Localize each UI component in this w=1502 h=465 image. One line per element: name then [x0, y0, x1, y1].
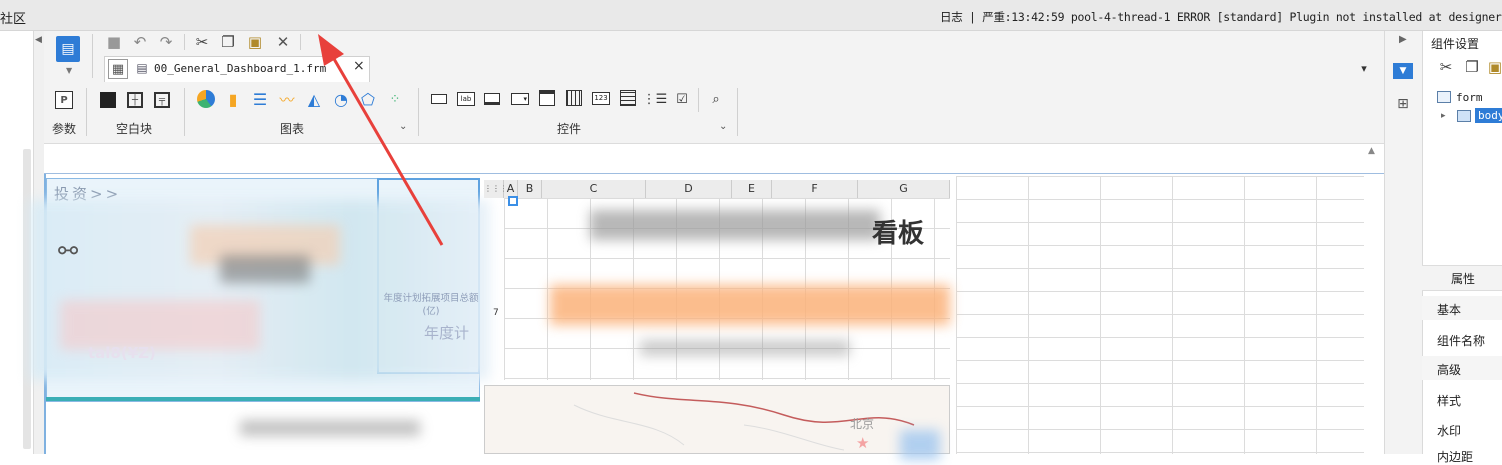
binoculars-icon: ⚯	[58, 237, 79, 265]
divider	[92, 34, 93, 78]
prop-component-name: 组件名称	[1437, 334, 1486, 348]
tree-node-form[interactable]: form	[1456, 91, 1483, 104]
blank-block-group-label: 空白块	[116, 122, 153, 136]
tree-node-body[interactable]: body	[1475, 108, 1502, 123]
blurred-content	[640, 340, 850, 356]
calendar-grid-icon[interactable]	[566, 90, 582, 106]
grid-layout-icon[interactable]: ▦	[108, 59, 128, 79]
cut-icon[interactable]: ✂	[1437, 58, 1455, 76]
left-pane	[0, 31, 34, 454]
dropdown-widget-icon[interactable]: ▾	[511, 93, 529, 105]
paste-icon[interactable]: ▣	[246, 33, 264, 51]
map-borders	[573, 392, 915, 451]
date-widget-icon[interactable]	[539, 90, 555, 106]
prop-style: 样式	[1437, 394, 1462, 408]
layout-tree-icon[interactable]: ⊞	[1393, 95, 1413, 113]
absolute-block-icon[interactable]	[100, 92, 116, 108]
tab-block-icon[interactable]: ╤	[154, 92, 170, 108]
control-group-label: 控件	[557, 122, 582, 136]
form-file-icon: ▤	[136, 61, 148, 75]
tab-list-icon[interactable]: ▾	[1356, 60, 1372, 76]
blurred-content	[220, 255, 310, 283]
horizontal-bar-icon[interactable]: ☰	[251, 90, 269, 109]
prop-padding: 内边距	[1437, 450, 1474, 464]
body-node-icon	[1457, 110, 1471, 122]
copy-icon[interactable]: ❐	[219, 33, 237, 51]
search-widget-icon[interactable]: ⌕	[707, 90, 725, 108]
sheet-title-fragment: 看板	[872, 219, 925, 249]
empty-cell-grid	[956, 176, 1364, 454]
blurred-content	[240, 420, 420, 436]
divider	[184, 88, 185, 136]
number-widget-icon[interactable]: 123	[592, 92, 610, 105]
param-icon[interactable]: P	[55, 91, 73, 109]
undo-icon[interactable]: ↶	[131, 33, 149, 51]
red-arrow-annotation	[318, 34, 444, 246]
radio-group-icon[interactable]: ⋮☰	[643, 90, 668, 108]
save-icon[interactable]: ■	[105, 33, 123, 51]
bar-chart-icon[interactable]: ▮	[224, 90, 242, 109]
column-header-g[interactable]: G	[858, 180, 950, 198]
community-label[interactable]: 社区	[0, 8, 26, 27]
blurred-content	[60, 300, 260, 350]
form-node-icon	[1437, 91, 1451, 103]
divider	[184, 34, 185, 50]
prop-watermark: 水印	[1437, 424, 1462, 438]
delete-icon[interactable]: ✕	[274, 33, 292, 51]
cut-icon[interactable]: ✂	[193, 33, 211, 51]
button-widget-icon[interactable]	[484, 93, 500, 105]
copy-icon[interactable]: ❐	[1463, 58, 1481, 76]
column-header-c[interactable]: C	[542, 180, 646, 198]
plan-total-caption: 年度计划拓展项目总额(亿)	[383, 293, 479, 317]
logo-fragment: tal8(¥Z)	[88, 344, 156, 362]
column-header-b[interactable]: B	[518, 180, 542, 198]
divider	[737, 88, 738, 136]
corner-header[interactable]: ⋮⋮⋮	[484, 180, 508, 198]
blurred-content	[550, 285, 950, 325]
row-header-7[interactable]: 7	[493, 308, 499, 318]
chevron-down-icon[interactable]: ⌄	[719, 121, 727, 132]
line-chart-icon[interactable]: 〰	[278, 90, 296, 109]
chevron-up-icon[interactable]: ▲	[1368, 146, 1375, 156]
panel-title: 组件设置	[1431, 37, 1480, 51]
checkbox-group-icon[interactable]: ☑	[673, 90, 691, 108]
property-tab[interactable]: 属性	[1451, 270, 1475, 287]
column-header-e[interactable]: E	[732, 180, 772, 198]
template-icon[interactable]: ▤	[56, 36, 80, 62]
component-settings-icon[interactable]: ▼	[1393, 63, 1413, 79]
paste-icon[interactable]: ▣	[1488, 58, 1502, 76]
map-city-label: 北京	[850, 417, 875, 431]
redo-icon[interactable]: ↷	[157, 33, 175, 51]
chevron-left-icon[interactable]: ◀	[35, 35, 42, 45]
designer-toolbar	[44, 31, 1384, 144]
divider	[698, 88, 699, 112]
blurred-content	[900, 430, 940, 460]
text-area-icon[interactable]	[620, 90, 636, 106]
teal-divider	[46, 397, 480, 401]
column-header-d[interactable]: D	[646, 180, 732, 198]
section-basic[interactable]: 基本	[1437, 301, 1461, 318]
column-header-f[interactable]: F	[772, 180, 858, 198]
split-block-icon[interactable]: ┼	[127, 92, 143, 108]
expand-icon[interactable]: ▸	[1441, 111, 1446, 121]
chevron-right-icon[interactable]: ▶	[1399, 34, 1407, 45]
log-message[interactable]: 日志 | 严重:13:42:59 pool-4-thread-1 ERROR […	[940, 9, 1502, 25]
chevron-down-icon[interactable]: ▼	[66, 66, 72, 75]
section-basic-bg	[1422, 296, 1502, 320]
blurred-content	[590, 210, 880, 240]
pie-chart-icon[interactable]	[197, 90, 215, 108]
cell-anchor[interactable]	[508, 196, 518, 206]
divider	[86, 88, 87, 136]
plan-caption-fragment: 年度计	[424, 324, 470, 342]
star-icon: ★	[856, 434, 870, 452]
section-advanced[interactable]: 高级	[1437, 361, 1461, 378]
top-status-bar: 社区 日志 | 严重:13:42:59 pool-4-thread-1 ERRO…	[0, 0, 1502, 31]
section-advanced-bg	[1422, 356, 1502, 380]
ruler	[44, 144, 1384, 174]
param-group-label: 参数	[52, 122, 77, 136]
